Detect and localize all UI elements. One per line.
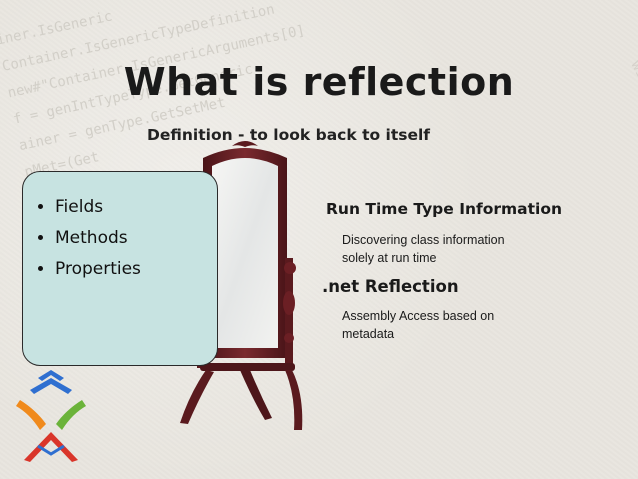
company-logo-icon	[16, 370, 86, 462]
rtti-description-line-1: Discovering class information	[342, 233, 505, 247]
rtti-description-line-2: solely at run time	[342, 251, 437, 265]
rtti-description: Discovering class information solely at …	[342, 231, 572, 267]
net-reflection-description: Assembly Access based on metadata	[342, 307, 562, 343]
list-item-properties: Properties	[55, 254, 217, 285]
net-reflection-description-line-2: metadata	[342, 327, 395, 341]
net-reflection-description-line-1: Assembly Access based on	[342, 309, 495, 323]
list-item-fields: Fields	[55, 192, 217, 223]
properties-list-box: Fields Methods Properties	[22, 171, 218, 366]
rtti-heading: Run Time Type Information	[326, 200, 563, 218]
member-list: Fields Methods Properties	[23, 172, 217, 285]
slide: iner.IsGeneric Container.IsGenericTypeDe…	[0, 0, 638, 479]
slide-title: What is reflection	[123, 60, 515, 104]
list-item-methods: Methods	[55, 223, 217, 254]
net-reflection-heading: .net Reflection	[322, 277, 459, 296]
